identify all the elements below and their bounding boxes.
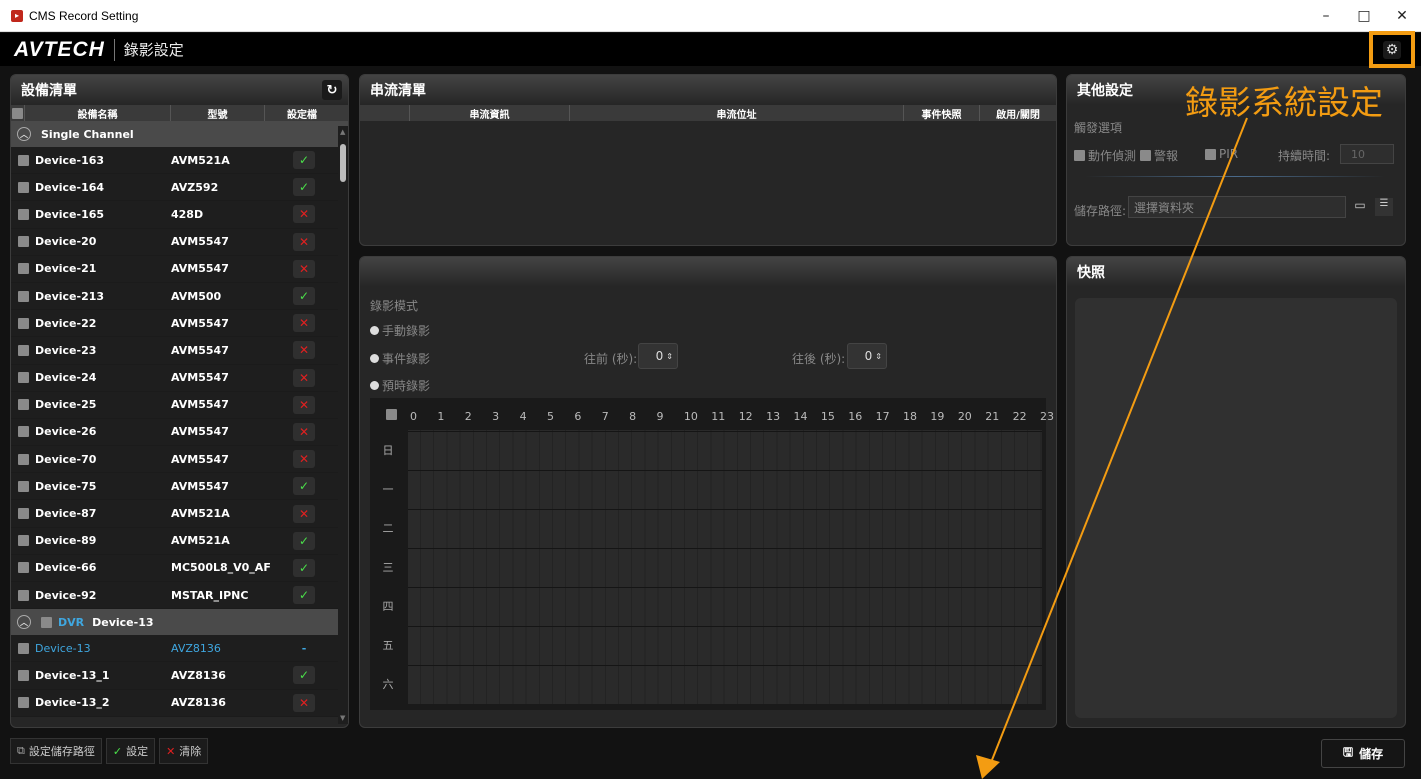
annotation-arrow [976,117,1248,779]
